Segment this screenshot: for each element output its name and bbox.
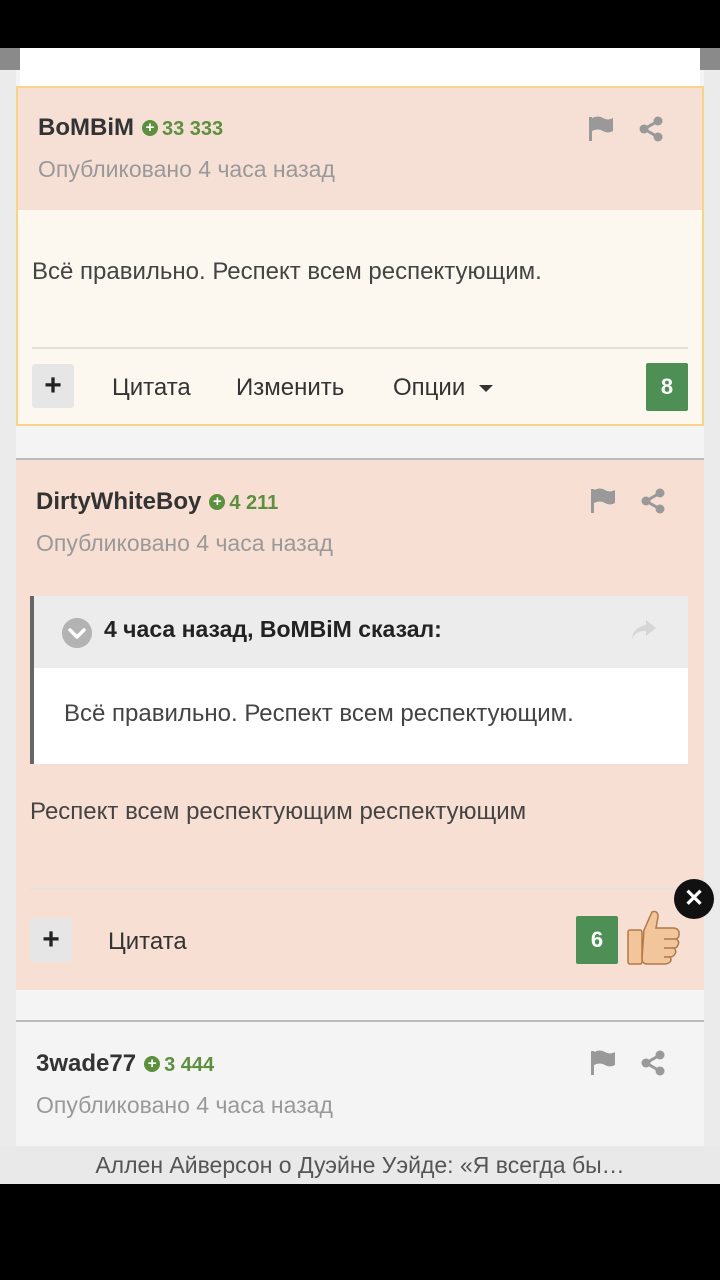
share-icon[interactable] xyxy=(638,1048,668,1078)
post-author[interactable]: BoMBiM +33 333 xyxy=(38,114,223,142)
status-bar xyxy=(0,0,720,48)
options-button[interactable]: Опции xyxy=(393,374,494,402)
post-date[interactable]: Опубликовано 4 часа назад xyxy=(38,156,335,183)
multiquote-button[interactable]: + xyxy=(30,918,72,962)
reputation-badge: +4 211 xyxy=(209,492,278,514)
plus-circle-icon: + xyxy=(144,1055,161,1072)
quote-text: Всё правильно. Респект всем респектующим… xyxy=(64,700,574,727)
post-author[interactable]: DirtyWhiteBoy +4 211 xyxy=(36,488,278,516)
post-content: Всё правильно. Респект всем респектующим… xyxy=(32,258,542,285)
previous-post-bottom xyxy=(20,48,700,86)
reputation-value: 33 333 xyxy=(161,118,224,140)
plus-circle-icon: + xyxy=(209,493,226,510)
reputation-value: 3 444 xyxy=(164,1054,215,1076)
thumbs-up-icon[interactable] xyxy=(624,908,682,966)
reputation-value: 4 211 xyxy=(229,492,279,514)
share-icon[interactable] xyxy=(636,114,666,144)
quote-block: 4 часа назад, BoMBiM сказал: Всё правиль… xyxy=(30,596,688,764)
post-bombim: BoMBiM +33 333 Опубликовано 4 часа назад … xyxy=(16,86,704,426)
reaction-count[interactable]: 6 xyxy=(576,916,618,964)
chevron-down-icon[interactable] xyxy=(62,618,92,648)
share-icon[interactable] xyxy=(638,486,668,516)
post-date[interactable]: Опубликовано 4 часа назад xyxy=(36,530,333,557)
author-name[interactable]: DirtyWhiteBoy xyxy=(36,488,201,515)
quote-attribution: 4 часа назад, BoMBiM сказал: xyxy=(104,616,442,642)
author-name[interactable]: BoMBiM xyxy=(38,114,134,141)
flag-icon[interactable] xyxy=(588,1048,618,1078)
post-dirtywhiteboy: DirtyWhiteBoy +4 211 Опубликовано 4 часа … xyxy=(16,458,704,990)
edit-button[interactable]: Изменить xyxy=(236,374,344,402)
post-header xyxy=(18,88,702,210)
reputation-badge: +3 444 xyxy=(144,1054,214,1076)
options-label: Опции xyxy=(393,374,466,401)
quote-button[interactable]: Цитата xyxy=(112,374,191,402)
author-name[interactable]: 3wade77 xyxy=(36,1050,136,1077)
reply-icon[interactable] xyxy=(630,618,658,642)
post-author[interactable]: 3wade77 +3 444 xyxy=(36,1050,214,1078)
news-banner[interactable]: Аллен Айверсон о Дуэйне Уэйде: «Я всегда… xyxy=(0,1146,720,1184)
post-divider xyxy=(32,347,688,349)
flag-icon[interactable] xyxy=(588,486,618,516)
reaction-count[interactable]: 8 xyxy=(646,363,688,411)
plus-circle-icon: + xyxy=(141,119,158,136)
page-edge-right xyxy=(700,48,720,70)
chevron-down-icon xyxy=(478,384,493,392)
quote-button[interactable]: Цитата xyxy=(108,928,187,956)
post-date[interactable]: Опубликовано 4 часа назад xyxy=(36,1092,333,1119)
multiquote-button[interactable]: + xyxy=(32,364,74,408)
close-icon[interactable]: ✕ xyxy=(674,879,714,919)
flag-icon[interactable] xyxy=(586,114,616,144)
post-divider xyxy=(30,888,690,890)
reputation-badge: +33 333 xyxy=(141,118,224,140)
post-content: Респект всем респектующим респектующим xyxy=(30,798,527,825)
post-3wade77: 3wade77 +3 444 Опубликовано 4 часа назад xyxy=(16,1020,704,1150)
navigation-bar xyxy=(0,1184,720,1280)
page-edge-left xyxy=(0,48,20,70)
